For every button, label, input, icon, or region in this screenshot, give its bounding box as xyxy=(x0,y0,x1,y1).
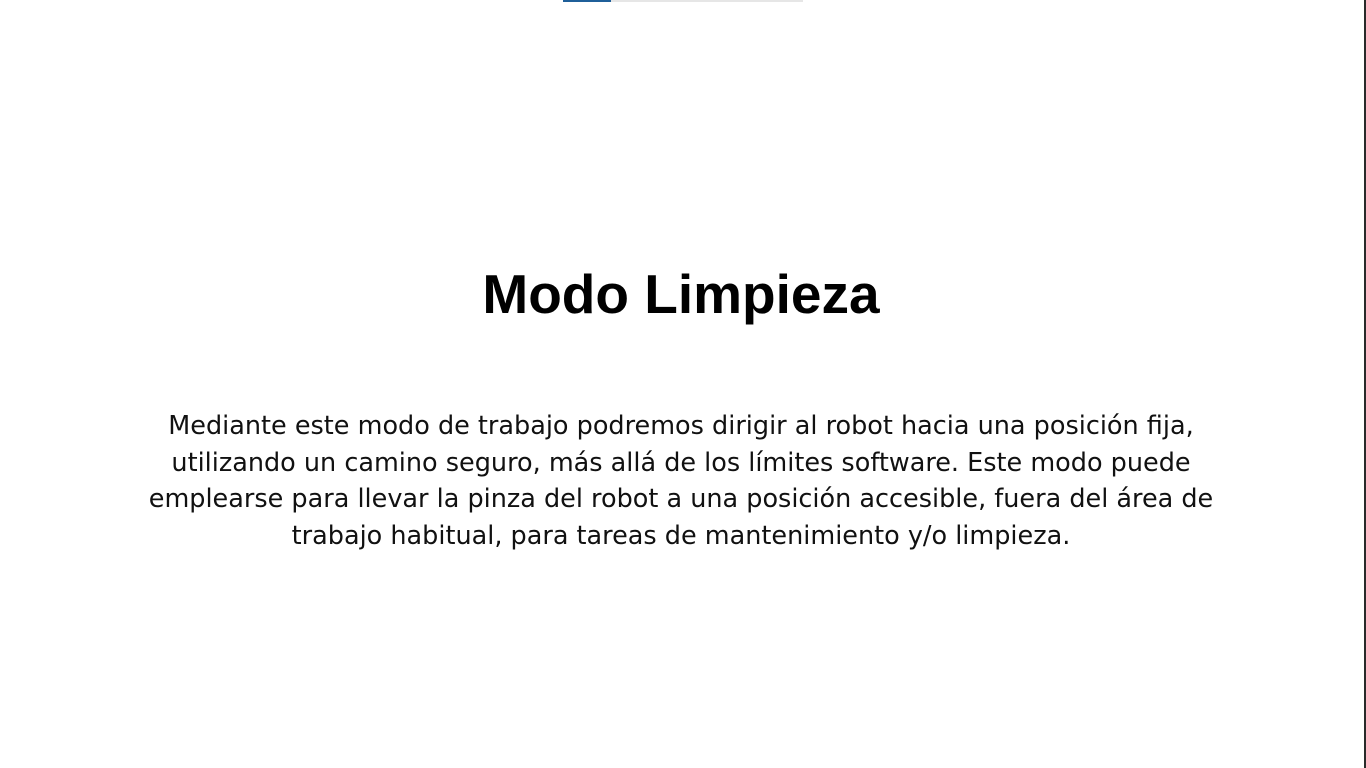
slide-title: Modo Limpieza xyxy=(482,263,880,325)
progress-bar-fill xyxy=(563,0,611,2)
slide-screen: Modo Limpieza Mediante este modo de trab… xyxy=(0,0,1366,768)
progress-bar xyxy=(563,0,803,2)
slide-body-text: Mediante este modo de trabajo podremos d… xyxy=(148,411,1214,551)
